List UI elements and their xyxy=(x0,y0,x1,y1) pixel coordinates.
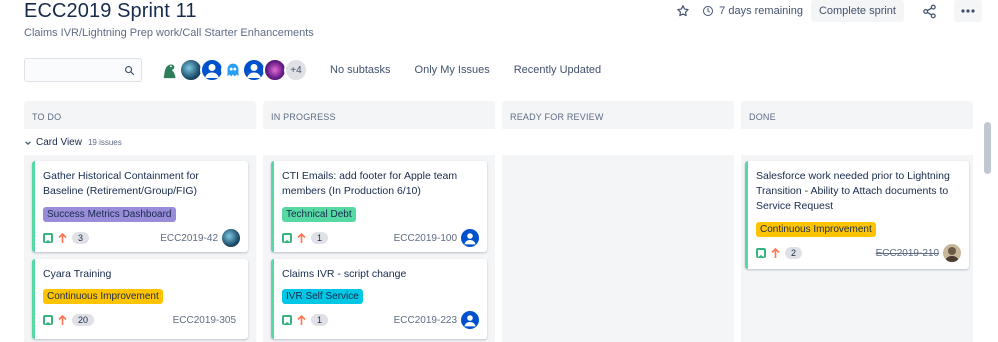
swimlane-label: Card View xyxy=(36,137,82,148)
column-header-done: DONE xyxy=(741,101,973,129)
column-in-progress: CTI Emails: add footer for Apple team me… xyxy=(263,155,495,342)
priority-high-icon xyxy=(297,232,306,244)
priority-high-icon xyxy=(58,314,67,326)
column-header-in-progress: IN PROGRESS xyxy=(263,101,495,129)
story-points-badge: 2 xyxy=(785,247,803,259)
sprint-goal: Claims IVR/Lightning Prep work/Call Star… xyxy=(24,27,314,39)
card-footer: 1 ECC2019-223 xyxy=(282,311,479,329)
avatar xyxy=(943,244,961,262)
search-input[interactable] xyxy=(24,58,142,82)
time-remaining: 7 days remaining xyxy=(702,5,803,17)
issue-key[interactable]: ECC2019-210 xyxy=(876,248,939,259)
epic-label: IVR Self Service xyxy=(282,289,363,304)
issue-card[interactable]: Claims IVR - script change IVR Self Serv… xyxy=(271,259,487,339)
story-points-badge: 3 xyxy=(72,232,90,244)
issue-key[interactable]: ECC2019-305 xyxy=(173,315,236,326)
search-icon xyxy=(125,66,135,76)
share-icon[interactable] xyxy=(918,0,940,22)
clock-icon xyxy=(703,6,714,16)
story-points-badge: 1 xyxy=(311,314,329,326)
issue-summary: Salesforce work needed prior to Lightnin… xyxy=(756,170,950,212)
issue-card[interactable]: Cyara Training Continuous Improvement 20… xyxy=(32,259,248,339)
story-icon xyxy=(282,233,292,243)
priority-high-icon xyxy=(297,314,306,326)
more-assignees-button[interactable]: +4 xyxy=(284,58,308,82)
sprint-title: ECC2019 Sprint 11 xyxy=(24,0,197,22)
complete-sprint-button[interactable]: Complete sprint xyxy=(810,0,904,22)
time-remaining-label: 7 days remaining xyxy=(719,5,803,17)
star-icon[interactable] xyxy=(672,0,694,22)
column-header-ready-for-review: READY FOR REVIEW xyxy=(502,101,734,129)
story-icon xyxy=(282,315,292,325)
issue-card[interactable]: Salesforce work needed prior to Lightnin… xyxy=(745,161,969,269)
issue-summary: Gather Historical Containment for Baseli… xyxy=(43,170,199,197)
assignee-filter: +4 xyxy=(158,58,308,82)
story-icon xyxy=(756,248,766,258)
card-footer: 1 ECC2019-100 xyxy=(282,229,479,247)
epic-label: Success Metrics Dashboard xyxy=(43,207,176,222)
issue-count: 19 issues xyxy=(87,138,122,147)
issue-card[interactable]: Gather Historical Containment for Baseli… xyxy=(32,161,248,252)
issue-card[interactable]: CTI Emails: add footer for Apple team me… xyxy=(271,161,487,252)
avatar xyxy=(461,229,479,247)
column-ready-for-review xyxy=(502,155,734,342)
issue-summary: Claims IVR - script change xyxy=(282,268,407,280)
priority-high-icon xyxy=(58,232,67,244)
filter-only-my-issues[interactable]: Only My Issues xyxy=(415,64,490,76)
epic-label: Technical Debt xyxy=(282,207,356,222)
column-header-todo: TO DO xyxy=(24,101,256,129)
issue-summary: CTI Emails: add footer for Apple team me… xyxy=(282,170,458,197)
issue-key[interactable]: ECC2019-223 xyxy=(394,315,457,326)
story-points-badge: 20 xyxy=(72,314,95,326)
more-icon[interactable] xyxy=(954,0,982,22)
issue-summary: Cyara Training xyxy=(43,268,112,280)
issue-key[interactable]: ECC2019-42 xyxy=(160,233,218,244)
board-scrollbar[interactable] xyxy=(984,122,991,174)
epic-label: Continuous Improvement xyxy=(43,289,163,304)
chevron-down-icon xyxy=(25,140,31,145)
priority-high-icon xyxy=(771,247,780,259)
epic-label: Continuous Improvement xyxy=(756,222,876,237)
column-done: Salesforce work needed prior to Lightnin… xyxy=(741,155,973,342)
card-footer: 3 ECC2019-42 xyxy=(43,229,240,247)
story-icon xyxy=(43,315,53,325)
story-points-badge: 1 xyxy=(311,232,329,244)
filter-recently-updated[interactable]: Recently Updated xyxy=(514,64,601,76)
sprint-actions: 7 days remaining Complete sprint xyxy=(672,0,982,22)
avatar xyxy=(222,229,240,247)
card-footer: 2 ECC2019-210 xyxy=(756,244,961,262)
issue-key[interactable]: ECC2019-100 xyxy=(394,233,457,244)
avatar xyxy=(461,311,479,329)
column-todo: Gather Historical Containment for Baseli… xyxy=(24,155,256,342)
filter-no-subtasks[interactable]: No subtasks xyxy=(330,64,391,76)
story-icon xyxy=(43,233,53,243)
board-toolbar: +4 No subtasks Only My Issues Recently U… xyxy=(24,57,601,83)
card-footer: 20 ECC2019-305 xyxy=(43,311,240,329)
swimlane-header[interactable]: Card View 19 issues xyxy=(24,137,122,148)
